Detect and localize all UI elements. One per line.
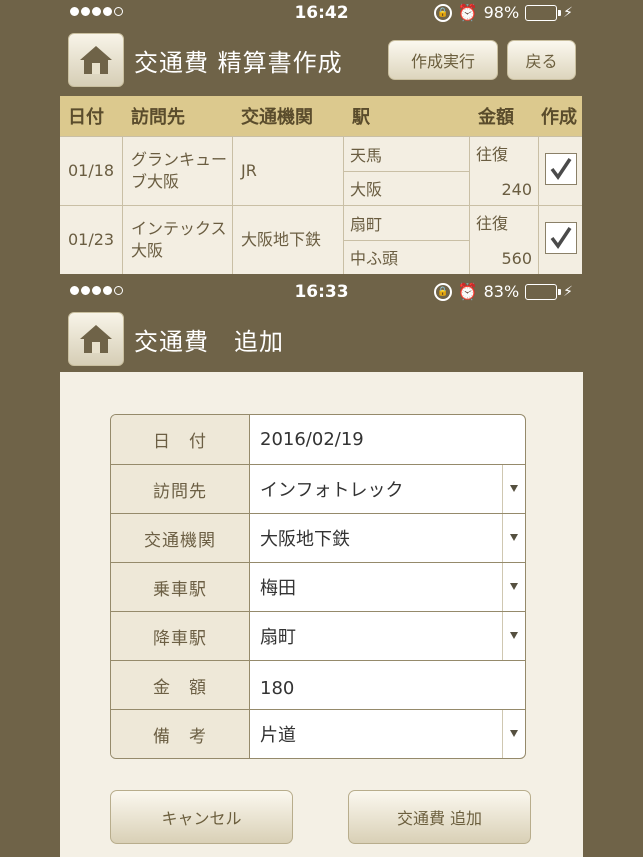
status-bar-bottom: 16:33 🔒 ⏰ 83% ⚡ [0,279,643,305]
field-label: 備 考 [111,710,250,758]
status-bar-top: 16:42 🔒 ⏰ 98% ⚡ [0,0,643,26]
col-station: 駅 [352,107,370,128]
row-create-cell [539,206,582,274]
col-amount: 金額 [478,107,514,128]
checkmark-icon [550,227,572,250]
note-value: 片道 [260,725,296,746]
field-label: 金 額 [111,661,250,709]
table-row[interactable]: 01/23 インテックス大阪 大阪地下鉄 扇町 中ふ頭 往復 560 [60,205,582,274]
row-stations: 扇町 中ふ頭 [344,206,470,274]
row-create-cell [539,137,582,205]
checkmark-icon [550,158,572,181]
col-destination: 訪問先 [131,107,185,128]
charging-icon: ⚡ [563,283,573,300]
battery-icon [525,4,562,21]
row-destination: グランキューブ大阪 [123,137,233,205]
field-transport[interactable]: 交通機関 大阪地下鉄 [111,513,525,562]
header-settlement: 交通費 精算書作成 作成実行 戻る [0,26,643,92]
home-icon [80,325,112,353]
alighting-station-value: 扇町 [260,627,296,648]
row-amount-cell: 往復 560 [470,206,539,274]
alarm-icon: ⏰ [457,282,478,301]
table-row[interactable]: 01/18 グランキューブ大阪 JR 天馬 大阪 往復 240 [60,136,582,205]
row-station-to: 大阪 [350,180,383,200]
field-label: 乗車駅 [111,563,250,611]
back-button[interactable]: 戻る [507,40,576,80]
dropdown-arrow-icon[interactable] [510,534,518,541]
field-label: 降車駅 [111,612,250,660]
row-station-to: 中ふ頭 [350,249,399,269]
field-alighting-station[interactable]: 降車駅 扇町 [111,611,525,660]
table-header: 日付 訪問先 交通機関 駅 金額 作成 [60,96,582,136]
field-label: 訪問先 [111,465,250,513]
field-label: 日 付 [111,415,250,464]
boarding-station-select[interactable]: 梅田 [250,563,503,611]
row-station-from: 天馬 [344,137,469,172]
rotation-lock-icon: 🔒 [433,3,452,22]
row-station-from: 扇町 [344,206,469,241]
field-note[interactable]: 備 考 片道 [111,709,525,758]
row-amount: 240 [501,180,532,199]
alighting-station-select[interactable]: 扇町 [250,612,503,660]
transport-select[interactable]: 大阪地下鉄 [250,514,503,562]
header-add: 交通費 追加 [0,305,643,371]
note-select[interactable]: 片道 [250,710,503,758]
add-expense-button[interactable]: 交通費 追加 [348,790,531,844]
execute-button[interactable]: 作成実行 [388,40,498,80]
create-checkbox[interactable] [545,222,577,254]
battery-icon [525,283,562,300]
dropdown-arrow-icon[interactable] [510,632,518,639]
amount-field[interactable]: 180 [250,661,525,709]
row-trip: 往復 [476,145,509,164]
home-button[interactable] [68,33,124,87]
battery-percent: 83% [483,282,520,301]
transport-value: 大阪地下鉄 [260,529,350,550]
rotation-lock-icon: 🔒 [433,282,452,301]
destination-value: インフォトレック [260,480,404,501]
home-icon [80,46,112,74]
col-date: 日付 [68,107,104,128]
field-amount[interactable]: 金 額 180 [111,660,525,709]
field-date[interactable]: 日 付 2016/02/19 [111,415,525,464]
dropdown-arrow-icon[interactable] [510,583,518,590]
row-transport: JR [233,137,344,205]
row-date: 01/18 [60,137,123,205]
row-amount-cell: 往復 240 [470,137,539,205]
cancel-button[interactable]: キャンセル [110,790,293,844]
col-create: 作成 [541,107,577,128]
field-label: 交通機関 [111,514,250,562]
date-field[interactable]: 2016/02/19 [250,415,525,464]
row-trip: 往復 [476,214,509,233]
battery-percent: 98% [483,3,520,22]
expense-table: 日付 訪問先 交通機関 駅 金額 作成 01/18 グランキューブ大阪 JR 天… [60,96,582,274]
charging-icon: ⚡ [563,4,573,21]
field-boarding-station[interactable]: 乗車駅 梅田 [111,562,525,611]
home-button[interactable] [68,312,124,366]
boarding-station-value: 梅田 [260,578,296,599]
row-date: 01/23 [60,206,123,274]
add-expense-panel: 日 付 2016/02/19 訪問先 インフォトレック 交通機関 大阪地下鉄 乗… [60,372,583,857]
create-checkbox[interactable] [545,153,577,185]
dropdown-arrow-icon[interactable] [510,485,518,492]
expense-form: 日 付 2016/02/19 訪問先 インフォトレック 交通機関 大阪地下鉄 乗… [110,414,526,759]
row-stations: 天馬 大阪 [344,137,470,205]
row-destination: インテックス大阪 [123,206,233,274]
row-transport: 大阪地下鉄 [233,206,344,274]
row-amount: 560 [501,249,532,268]
destination-select[interactable]: インフォトレック [250,465,503,513]
page-title: 交通費 追加 [134,328,284,356]
col-transport: 交通機関 [241,107,313,128]
page-title: 交通費 精算書作成 [134,49,343,77]
alarm-icon: ⏰ [457,3,478,22]
field-destination[interactable]: 訪問先 インフォトレック [111,464,525,513]
dropdown-arrow-icon[interactable] [510,730,518,737]
